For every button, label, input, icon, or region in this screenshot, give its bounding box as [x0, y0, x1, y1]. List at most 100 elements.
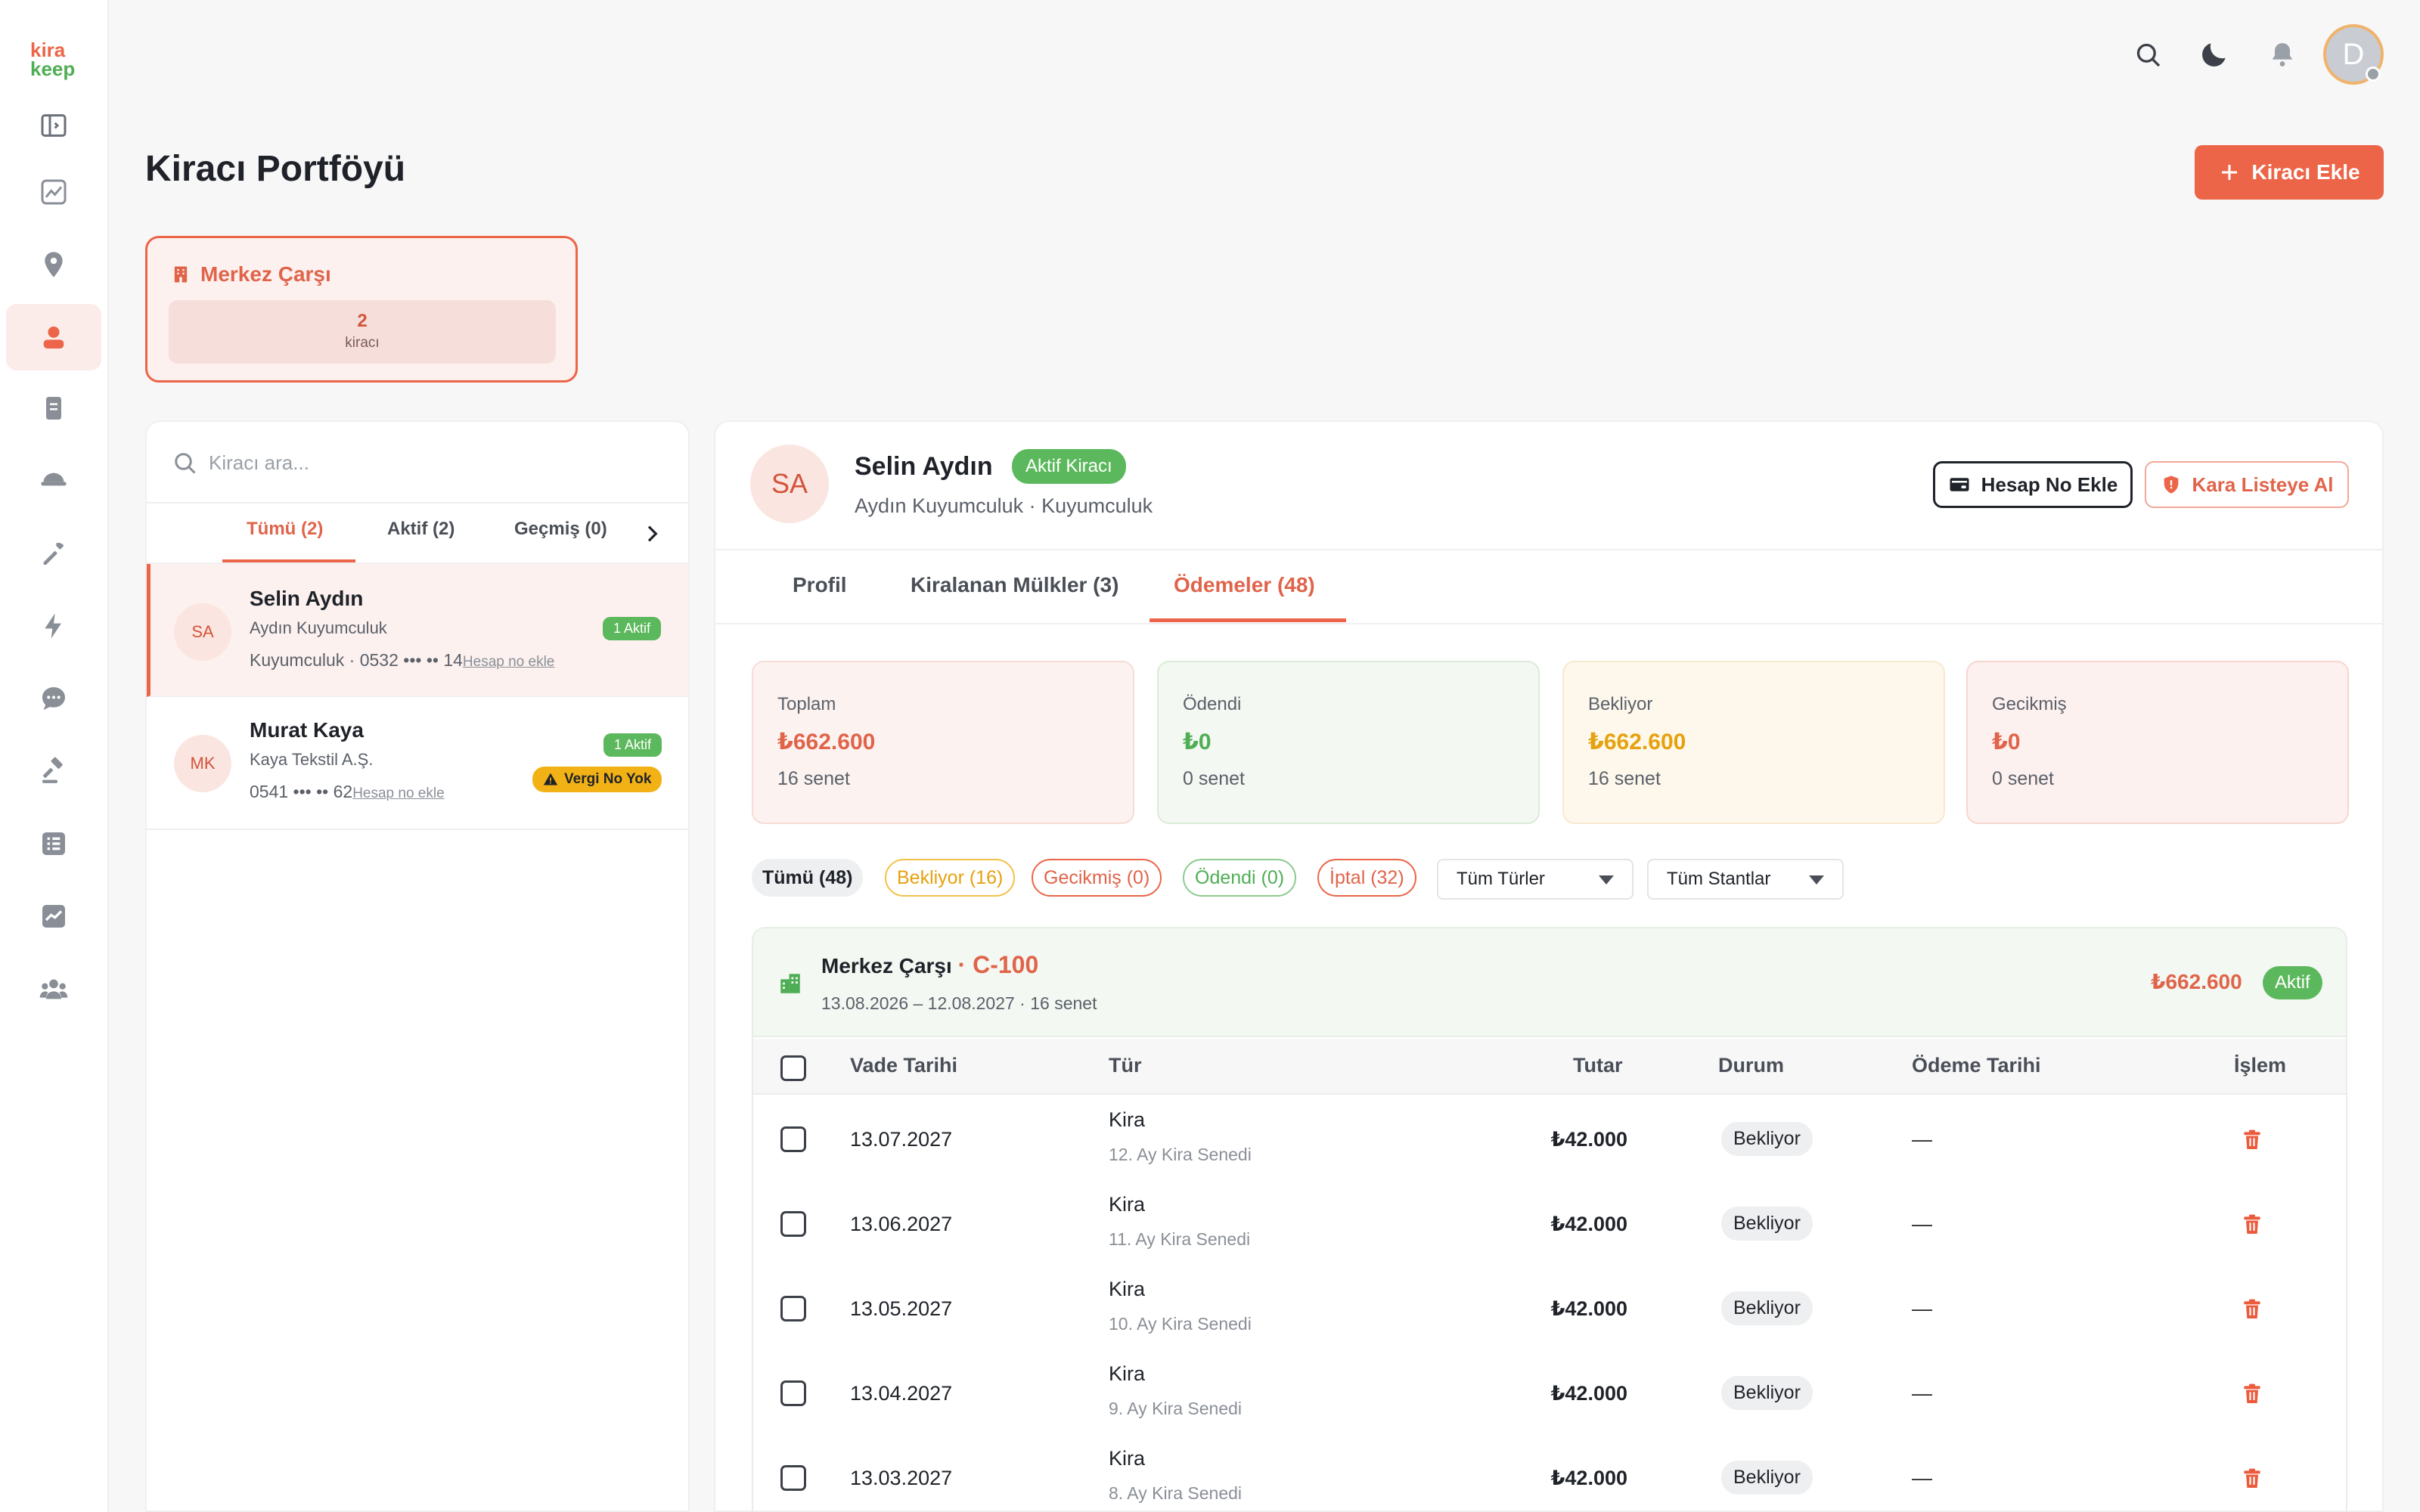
sidebar-item-documents[interactable]: [6, 375, 101, 442]
tenant-search-input[interactable]: [209, 445, 662, 481]
lease-title: Merkez Çarşı · C-100: [821, 951, 1038, 979]
trash-icon[interactable]: [2240, 1380, 2264, 1408]
col-payment-date[interactable]: Ödeme Tarihi: [1912, 1054, 2041, 1077]
tenant-meta: 0541 ••• •• 62Hesap no ekle: [250, 782, 445, 802]
tab-payments[interactable]: Ödemeler (48): [1174, 573, 1315, 597]
table-row[interactable]: 13.07.2027 Kira 12. Ay Kira Senedi ₺42.0…: [753, 1098, 2346, 1182]
blacklist-button[interactable]: Kara Listeye Al: [2145, 461, 2349, 508]
stat-value: ₺662.600: [1588, 730, 1686, 754]
property-card[interactable]: Merkez Çarşı 2 kiracı: [145, 236, 578, 383]
tab-rented-properties[interactable]: Kiralanan Mülkler (3): [911, 573, 1118, 597]
add-account-link[interactable]: Hesap no ekle: [463, 654, 554, 670]
caret-down-icon: [1809, 875, 1824, 885]
add-tenant-button[interactable]: Kiracı Ekle: [2195, 145, 2384, 200]
detail-avatar: SA: [750, 445, 829, 523]
tenant-count-box: 2 kiracı: [169, 300, 556, 364]
avatar-initial: D: [2342, 37, 2365, 71]
sidebar-item-users[interactable]: [6, 956, 101, 1022]
sidebar-toggle-icon: [41, 114, 67, 137]
add-account-button[interactable]: Hesap No Ekle: [1933, 461, 2133, 508]
search-icon: [2136, 43, 2161, 67]
sidebar-item-lists[interactable]: [6, 810, 101, 877]
chevron-right-icon[interactable]: [640, 522, 664, 546]
search-row: [147, 422, 688, 503]
sidebar-item-hat[interactable]: [6, 446, 101, 513]
row-checkbox[interactable]: [780, 1380, 806, 1406]
select-all-checkbox[interactable]: [780, 1055, 806, 1081]
tab-profile[interactable]: Profil: [793, 573, 847, 597]
stat-card-overdue: Gecikmiş ₺0 0 senet: [1966, 661, 2349, 824]
table-row[interactable]: 13.03.2027 Kira 8. Ay Kira Senedi ₺42.00…: [753, 1436, 2346, 1512]
filter-chip-paid[interactable]: Ödendi (0): [1183, 859, 1297, 897]
plus-icon: [2222, 165, 2238, 180]
hat-icon: [41, 472, 67, 486]
tab-past[interactable]: Geçmiş (0): [514, 519, 607, 540]
page-title: Kiracı Portföyü: [145, 149, 406, 189]
tenant-icon: [43, 326, 64, 349]
row-checkbox[interactable]: [780, 1211, 806, 1237]
sidebar-item-utilities[interactable]: [6, 593, 101, 659]
tenant-row[interactable]: MK Murat Kaya Kaya Tekstil A.Ş. 0541 •••…: [147, 697, 688, 830]
row-checkbox[interactable]: [780, 1126, 806, 1152]
filter-chip-cancelled[interactable]: İptal (32): [1317, 859, 1416, 897]
col-action: İşlem: [2234, 1054, 2287, 1077]
stat-sub: 0 senet: [1992, 768, 2055, 789]
tenant-meta-text: 0541 ••• •• 62: [250, 782, 353, 801]
sidebar-item-locations[interactable]: [6, 231, 101, 298]
sidebar-item-dashboard[interactable]: [6, 159, 101, 225]
col-due-date[interactable]: Vade Tarihi: [850, 1054, 957, 1077]
tenant-count: 2: [357, 311, 368, 331]
search-button[interactable]: [2130, 36, 2166, 73]
trash-icon[interactable]: [2240, 1211, 2264, 1238]
stat-label: Toplam: [777, 694, 836, 714]
payment-type-detail: 8. Ay Kira Senedi: [1109, 1483, 1243, 1503]
status-badge: Bekliyor: [1721, 1207, 1813, 1241]
caret-down-icon: [1599, 875, 1614, 885]
payment-date: —: [1912, 1213, 1932, 1235]
payment-amount: ₺42.000: [1550, 1213, 1627, 1235]
row-checkbox[interactable]: [780, 1465, 806, 1491]
sidebar-item-toggle[interactable]: [6, 92, 101, 159]
col-type[interactable]: Tür: [1109, 1054, 1142, 1077]
lightning-icon: [45, 613, 61, 639]
filter-chip-overdue[interactable]: Gecikmiş (0): [1032, 859, 1162, 897]
stand-select-value: Tüm Stantlar: [1667, 869, 1771, 889]
type-select[interactable]: Tüm Türler: [1437, 859, 1634, 900]
trash-icon[interactable]: [2240, 1126, 2264, 1154]
tenant-company: Aydın Kuyumculuk: [250, 618, 387, 637]
filter-chip-pending[interactable]: Bekliyor (16): [885, 859, 1016, 897]
tenant-row[interactable]: SA Selin Aydın Aydın Kuyumculuk Kuyumcul…: [147, 564, 688, 697]
sidebar-item-legal[interactable]: [6, 738, 101, 804]
notifications-button[interactable]: [2264, 36, 2301, 73]
payment-amount: ₺42.000: [1550, 1467, 1627, 1489]
sidebar-item-tenants[interactable]: [6, 304, 101, 370]
tab-active[interactable]: Aktif (2): [387, 519, 455, 540]
payment-amount: ₺42.000: [1550, 1128, 1627, 1151]
table-row[interactable]: 13.04.2027 Kira 9. Ay Kira Senedi ₺42.00…: [753, 1352, 2346, 1436]
col-amount[interactable]: Tutar: [1573, 1054, 1623, 1077]
stat-label: Ödendi: [1183, 694, 1242, 714]
document-icon: [46, 397, 61, 420]
theme-toggle-button[interactable]: [2196, 36, 2232, 73]
trash-icon[interactable]: [2240, 1465, 2264, 1492]
sidebar-item-maintenance[interactable]: [6, 520, 101, 587]
add-account-link[interactable]: Hesap no ekle: [352, 785, 444, 801]
row-checkbox[interactable]: [780, 1296, 806, 1321]
add-tenant-label: Kiracı Ekle: [2251, 160, 2360, 184]
payment-type-detail: 10. Ay Kira Senedi: [1109, 1314, 1252, 1334]
tenant-avatar: MK: [174, 735, 231, 792]
shield-icon: [2164, 476, 2178, 494]
filter-chip-all[interactable]: Tümü (48): [752, 859, 864, 897]
col-status[interactable]: Durum: [1718, 1054, 1784, 1077]
app-logo[interactable]: kira keep: [30, 40, 79, 82]
due-date: 13.05.2027: [850, 1297, 953, 1320]
table-header: Vade Tarihi Tür Tutar Durum Ödeme Tarihi…: [753, 1039, 2346, 1095]
sidebar-item-reports[interactable]: [6, 883, 101, 950]
tenant-status-badge: Aktif Kiracı: [1012, 449, 1126, 484]
tab-all[interactable]: Tümü (2): [247, 519, 323, 540]
table-row[interactable]: 13.06.2027 Kira 11. Ay Kira Senedi ₺42.0…: [753, 1182, 2346, 1267]
stand-select[interactable]: Tüm Stantlar: [1647, 859, 1844, 900]
table-row[interactable]: 13.05.2027 Kira 10. Ay Kira Senedi ₺42.0…: [753, 1267, 2346, 1352]
sidebar-item-messages[interactable]: [6, 665, 101, 732]
trash-icon[interactable]: [2240, 1296, 2264, 1323]
